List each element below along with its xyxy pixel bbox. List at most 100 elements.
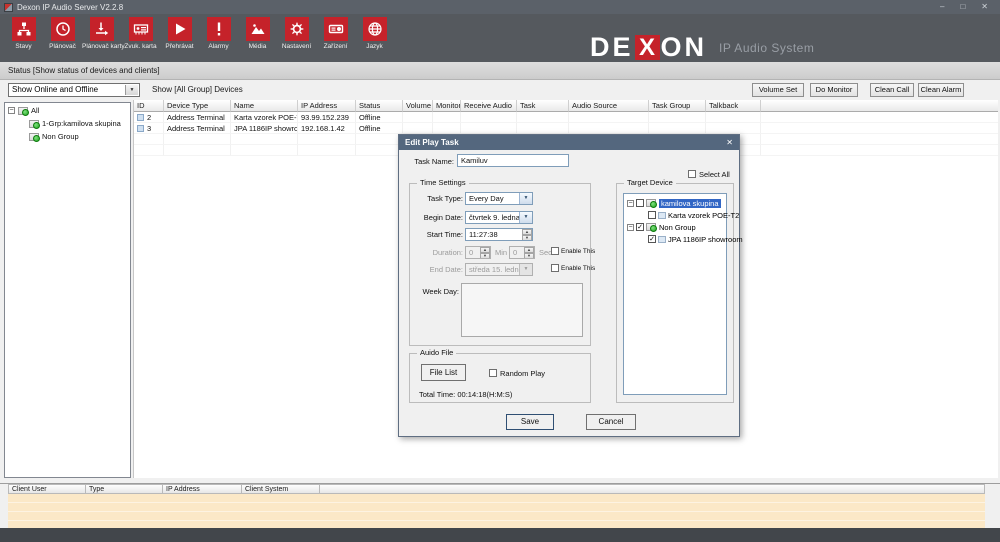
duration-enable-checkbox[interactable] xyxy=(551,247,559,255)
toolbar-label: Alarmy xyxy=(199,43,238,50)
column-header[interactable]: Task Group xyxy=(649,100,706,112)
target-tree-label: kamilova skupina xyxy=(659,199,721,208)
target-tree-item-4[interactable]: ✓ JPA 1186IP showroom xyxy=(648,234,743,244)
target-device-tree[interactable]: − kamilova skupina Karta vzorek POE-T2 −… xyxy=(623,193,727,395)
column-header[interactable]: Monitor xyxy=(433,100,461,112)
end-date-select: středa 15. ledna 20 ▼ xyxy=(465,263,533,276)
select-all-checkbox[interactable] xyxy=(688,170,696,178)
begin-date-select[interactable]: čtvrtek 9. ledna 20 ▼ xyxy=(465,211,533,224)
tree-item-all[interactable]: − All xyxy=(5,105,130,116)
toolbar-button-zvuk-karta[interactable]: Zvuk. karta xyxy=(121,17,160,50)
online-filter-select[interactable]: Show Online and Offline ▼ xyxy=(8,83,140,97)
device-row-1[interactable]: 2 Address Terminal Karta vzorek POE-T2 9… xyxy=(134,112,998,123)
target-tree-label: JPA 1186IP showroom xyxy=(668,235,743,244)
random-play-label: Random Play xyxy=(500,369,545,378)
dialog-titlebar[interactable]: Edit Play Task ✕ xyxy=(399,135,739,150)
clock-icon xyxy=(51,17,75,41)
item-checkbox-checked[interactable]: ✓ xyxy=(648,235,656,243)
start-time-spinner[interactable]: ▲ ▼ xyxy=(522,229,532,240)
column-header[interactable]: Talkback xyxy=(706,100,761,112)
start-time-input[interactable]: 11:27:38 ▲ ▼ xyxy=(465,228,533,241)
toolbar-label: Stavy xyxy=(4,43,43,50)
tree-item-group-2[interactable]: Non Group xyxy=(5,131,130,142)
client-table-body xyxy=(8,494,985,528)
target-tree-item-1[interactable]: − kamilova skupina xyxy=(627,198,721,208)
duration-min-input: 0 ▲ ▼ xyxy=(465,246,491,259)
column-header[interactable]: ID xyxy=(134,100,164,112)
column-header[interactable]: Task xyxy=(517,100,569,112)
collapse-icon[interactable]: − xyxy=(627,200,634,207)
main-toolbar: Stavy Plánovač Plánovač karty Zvuk. kart… xyxy=(0,14,1000,62)
column-header[interactable]: Audio Source xyxy=(569,100,649,112)
select-all-label: Select All xyxy=(699,170,730,179)
column-header[interactable]: Status xyxy=(356,100,403,112)
sound-card-icon xyxy=(129,17,153,41)
close-icon[interactable]: ✕ xyxy=(981,0,988,14)
edit-play-task-dialog: Edit Play Task ✕ Task Name: Kamiluv Sele… xyxy=(398,134,740,437)
media-icon xyxy=(246,17,270,41)
toolbar-button-planovac-karty[interactable]: Plánovač karty xyxy=(82,17,121,50)
cell-name: JPA 1186IP showroom xyxy=(231,123,298,134)
task-type-value: Every Day xyxy=(469,194,504,203)
target-tree-item-3[interactable]: − ✓ Non Group xyxy=(627,222,696,232)
file-list-button[interactable]: File List xyxy=(421,364,466,381)
column-header[interactable]: IP Address xyxy=(298,100,356,112)
column-header[interactable]: IP Address xyxy=(163,484,242,494)
clean-call-button[interactable]: Clean Call xyxy=(870,83,914,97)
device-row-2[interactable]: 3 Address Terminal JPA 1186IP showroom 1… xyxy=(134,123,998,134)
toolbar-button-media[interactable]: Média xyxy=(238,17,277,50)
toolbar-button-planovac[interactable]: Plánovač xyxy=(43,17,82,50)
random-play-checkbox[interactable] xyxy=(489,369,497,377)
column-header[interactable]: Client System xyxy=(242,484,320,494)
toolbar-button-zarizeni[interactable]: Zařízení xyxy=(316,17,355,50)
collapse-icon[interactable]: − xyxy=(8,107,15,114)
column-header[interactable]: Client User xyxy=(8,484,86,494)
terminal-icon xyxy=(658,236,666,243)
target-tree-item-2[interactable]: Karta vzorek POE-T2 xyxy=(648,210,739,220)
duration-label: Duration: xyxy=(413,248,463,257)
task-name-input[interactable]: Kamiluv xyxy=(457,154,569,167)
volume-set-button[interactable]: Volume Set xyxy=(752,83,804,97)
item-checkbox[interactable] xyxy=(648,211,656,219)
duration-sec-spinner: ▲ ▼ xyxy=(524,247,534,258)
alarm-icon xyxy=(207,17,231,41)
cancel-button[interactable]: Cancel xyxy=(586,414,636,430)
column-header[interactable]: Name xyxy=(231,100,298,112)
maximize-icon[interactable]: □ xyxy=(960,0,965,14)
chevron-down-icon[interactable]: ▼ xyxy=(125,85,138,95)
column-header[interactable]: Volume xyxy=(403,100,433,112)
chevron-down-icon[interactable]: ▼ xyxy=(519,193,532,204)
total-time-label: Total Time: 00:14:18(H:M:S) xyxy=(419,390,512,399)
cell-status: Offline xyxy=(356,112,403,123)
toolbar-label: Nastavení xyxy=(277,43,316,50)
client-table-header: Client User Type IP Address Client Syste… xyxy=(8,484,985,494)
item-checkbox[interactable] xyxy=(636,199,644,207)
minimize-icon[interactable]: – xyxy=(940,0,944,14)
toolbar-button-stavy[interactable]: Stavy xyxy=(4,17,43,50)
cell-id: 3 xyxy=(147,124,151,133)
toolbar-button-prehravat[interactable]: Přehrávat xyxy=(160,17,199,50)
time-settings-legend: Time Settings xyxy=(417,178,469,187)
spin-down-icon: ▼ xyxy=(524,253,534,259)
chevron-down-icon[interactable]: ▼ xyxy=(519,212,532,223)
toolbar-label: Jazyk xyxy=(355,43,394,50)
column-header[interactable]: Device Type xyxy=(164,100,231,112)
save-button[interactable]: Save xyxy=(506,414,554,430)
column-header[interactable]: Type xyxy=(86,484,163,494)
item-checkbox-checked[interactable]: ✓ xyxy=(636,223,644,231)
toolbar-button-alarmy[interactable]: Alarmy xyxy=(199,17,238,50)
tree-item-group-1[interactable]: 1-Grp:kamilova skupina xyxy=(5,118,130,129)
column-header[interactable]: Receive Audio xyxy=(461,100,517,112)
toolbar-button-jazyk[interactable]: Jazyk xyxy=(355,17,394,50)
week-day-label: Week Day: xyxy=(413,287,459,296)
clean-alarm-button[interactable]: Clean Alarm xyxy=(918,83,964,97)
dialog-close-icon[interactable]: ✕ xyxy=(726,138,733,147)
end-date-enable-checkbox[interactable] xyxy=(551,264,559,272)
collapse-icon[interactable]: − xyxy=(627,224,634,231)
task-type-select[interactable]: Every Day ▼ xyxy=(465,192,533,205)
toolbar-button-nastaveni[interactable]: Nastavení xyxy=(277,17,316,50)
do-monitor-button[interactable]: Do Monitor xyxy=(810,83,858,97)
week-day-listbox[interactable] xyxy=(461,283,583,337)
target-tree-label: Karta vzorek POE-T2 xyxy=(668,211,739,220)
toolbar-label: Zařízení xyxy=(316,43,355,50)
